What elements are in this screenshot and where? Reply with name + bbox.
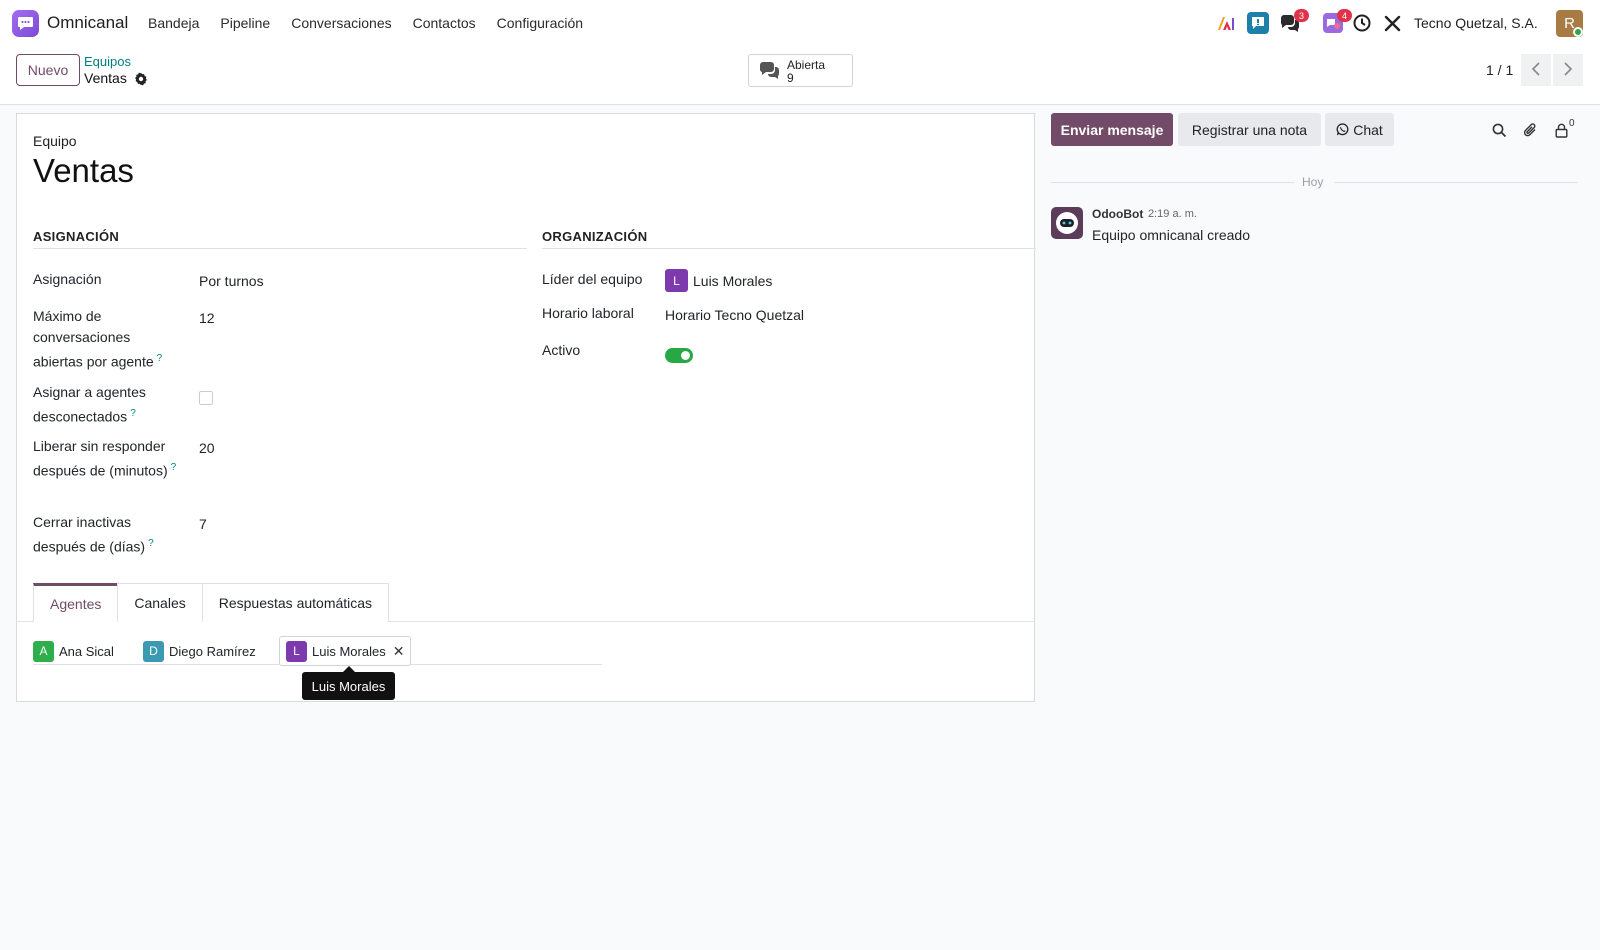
day-divider-line xyxy=(1334,182,1578,183)
online-status-dot xyxy=(1573,27,1583,37)
send-message-button[interactable]: Enviar mensaje xyxy=(1051,113,1173,146)
assign-offline-agents-checkbox[interactable] xyxy=(199,391,213,405)
menu-item-conversaciones[interactable]: Conversaciones xyxy=(291,15,391,31)
help-tooltip-icon[interactable]: ? xyxy=(130,408,136,419)
main-menu: Bandeja Pipeline Conversaciones Contacto… xyxy=(148,15,604,31)
messages-badge: 3 xyxy=(1294,9,1309,22)
messages-icon[interactable]: 3 xyxy=(1279,9,1309,34)
help-tooltip-icon[interactable]: ? xyxy=(148,538,154,549)
record-type-label: Equipo xyxy=(33,133,77,149)
section-title-organization: ORGANIZACIÓN xyxy=(542,229,648,244)
breadcrumb-current: Ventas xyxy=(84,70,127,86)
team-name-field[interactable]: Ventas xyxy=(33,152,134,190)
whatsapp-chat-button[interactable]: Chat xyxy=(1325,113,1394,146)
debug-tools-icon[interactable] xyxy=(1381,12,1403,34)
help-tooltip-icon[interactable]: ? xyxy=(157,353,163,364)
assign-offline-agents-label: Asignar a agentes desconectados? xyxy=(33,384,146,425)
working-hours-label: Horario laboral xyxy=(542,305,634,321)
whatsapp-icon xyxy=(1336,123,1349,136)
max-open-conversations-label: Máximo de conversaciones abiertas por ag… xyxy=(33,308,163,370)
followers-lock-icon[interactable] xyxy=(1551,120,1571,140)
app-name[interactable]: Omnicanal xyxy=(47,13,128,33)
message-body: Equipo omnicanal creado xyxy=(1092,227,1250,243)
agent-tag[interactable]: L Luis Morales ✕ xyxy=(279,636,412,666)
tab-respuestas-automaticas[interactable]: Respuestas automáticas xyxy=(201,583,390,622)
close-inactive-label: Cerrar inactivas después de (días)? xyxy=(33,514,154,555)
menu-item-pipeline[interactable]: Pipeline xyxy=(220,15,270,31)
close-inactive-input[interactable]: 7 xyxy=(199,516,207,532)
remove-tag-close-icon[interactable]: ✕ xyxy=(393,643,405,660)
agent-tooltip: Luis Morales xyxy=(302,672,395,700)
pager-next-button[interactable] xyxy=(1553,54,1583,86)
followers-count: 0 xyxy=(1569,118,1575,129)
day-divider-line xyxy=(1051,182,1294,183)
notebook-tabs: Agentes Canales Respuestas automáticas xyxy=(33,583,390,622)
pager-previous-button[interactable] xyxy=(1521,54,1551,86)
assignment-label: Asignación xyxy=(33,271,102,287)
log-note-button[interactable]: Registrar una nota xyxy=(1178,113,1321,146)
team-leader-label: Líder del equipo xyxy=(542,271,643,287)
stat-value: 9 xyxy=(787,71,794,85)
active-toggle[interactable] xyxy=(665,348,693,363)
clock-icon[interactable] xyxy=(1351,12,1373,34)
team-leader-name: Luis Morales xyxy=(693,272,773,289)
form-sheet: Equipo Ventas ASIGNACIÓN ORGANIZACIÓN As… xyxy=(16,113,1036,702)
stat-label: Abierta xyxy=(787,58,826,72)
assignment-select[interactable]: Por turnos xyxy=(199,273,264,289)
menu-item-configuracion[interactable]: Configuración xyxy=(497,15,583,31)
active-label: Activo xyxy=(542,342,581,358)
agent-tag[interactable]: D Diego Ramírez xyxy=(143,638,256,664)
section-divider xyxy=(33,248,527,249)
new-button[interactable]: Nuevo xyxy=(16,54,80,86)
top-navbar: Omnicanal Bandeja Pipeline Conversacione… xyxy=(0,0,1600,46)
agent-avatar: A xyxy=(33,640,54,662)
odoobot-avatar[interactable] xyxy=(1051,207,1083,239)
gear-icon[interactable] xyxy=(134,72,148,86)
tab-agentes[interactable]: Agentes xyxy=(33,583,119,622)
agent-name: Ana Sical xyxy=(59,643,114,659)
message-timestamp: 2:19 a. m. xyxy=(1148,208,1197,220)
activities-badge: 4 xyxy=(1337,9,1352,22)
ai-icon[interactable] xyxy=(1215,12,1237,34)
max-open-conversations-input[interactable]: 12 xyxy=(199,310,215,326)
day-divider-label: Hoy xyxy=(1302,175,1324,189)
activities-icon[interactable]: 4 xyxy=(1322,9,1352,34)
toggle-knob xyxy=(681,351,690,360)
agent-tag[interactable]: A Ana Sical xyxy=(33,638,114,664)
release-unanswered-input[interactable]: 20 xyxy=(199,440,215,456)
pager-value[interactable]: 1 / 1 xyxy=(1486,62,1513,78)
chevron-right-icon xyxy=(1563,61,1573,79)
menu-item-bandeja[interactable]: Bandeja xyxy=(148,15,199,31)
agent-name: Luis Morales xyxy=(312,643,386,659)
chevron-left-icon xyxy=(1531,61,1541,79)
leader-avatar: L xyxy=(665,269,688,292)
search-icon[interactable] xyxy=(1489,120,1509,140)
section-title-assignment: ASIGNACIÓN xyxy=(33,229,120,244)
agent-avatar: L xyxy=(286,640,307,662)
control-panel: Nuevo Equipos Ventas Abierta 9 1 / 1 xyxy=(0,46,1600,105)
company-switcher[interactable]: Tecno Quetzal, S.A. xyxy=(1414,15,1538,31)
team-leader-field[interactable]: L Luis Morales xyxy=(665,269,772,292)
tab-canales[interactable]: Canales xyxy=(117,583,203,622)
breadcrumb-parent-link[interactable]: Equipos xyxy=(84,54,131,69)
paperclip-icon[interactable] xyxy=(1520,120,1540,140)
omnichannel-app-icon[interactable] xyxy=(12,10,39,37)
working-hours-field[interactable]: Horario Tecno Quetzal xyxy=(665,307,804,323)
agent-name: Diego Ramírez xyxy=(169,643,256,659)
conversations-icon xyxy=(759,62,781,83)
section-divider xyxy=(542,248,1036,249)
whatsapp-chat-label: Chat xyxy=(1353,121,1383,138)
release-unanswered-label: Liberar sin responder después de (minuto… xyxy=(33,438,177,479)
livechat-icon[interactable] xyxy=(1247,12,1269,34)
open-conversations-stat-button[interactable]: Abierta 9 xyxy=(748,54,853,87)
menu-item-contactos[interactable]: Contactos xyxy=(413,15,476,31)
agent-avatar: D xyxy=(143,640,164,662)
help-tooltip-icon[interactable]: ? xyxy=(171,462,177,473)
message-author[interactable]: OdooBot xyxy=(1092,207,1143,221)
